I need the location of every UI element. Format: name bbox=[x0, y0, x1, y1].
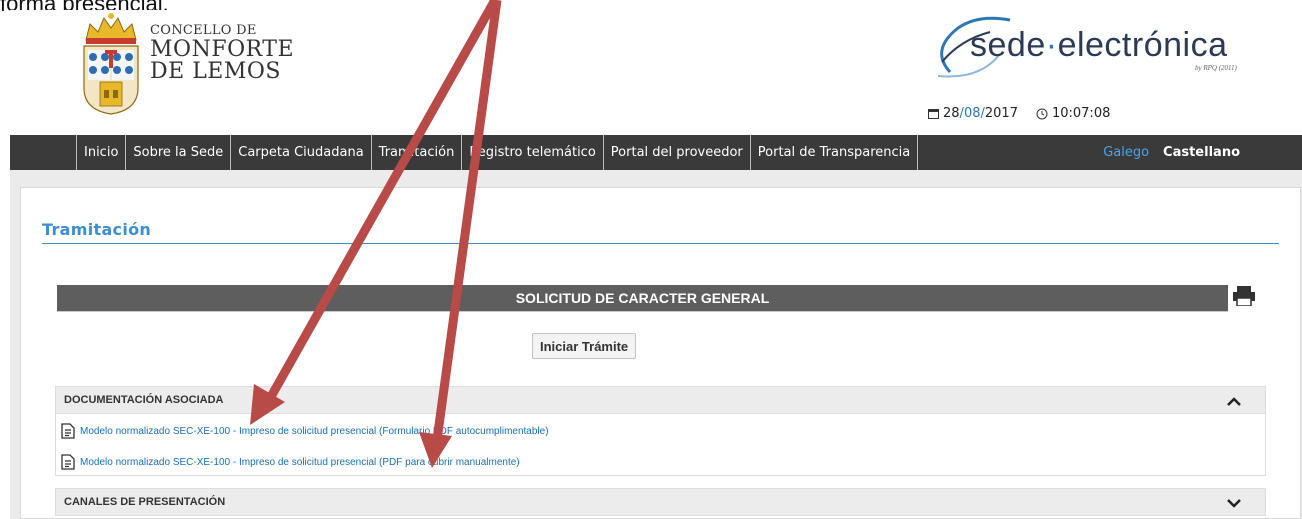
procedure-title: SOLICITUD DE CARACTER GENERAL bbox=[515, 290, 770, 306]
sede-logo-tail: electrónica bbox=[1057, 26, 1228, 64]
procedure-divider bbox=[57, 311, 1228, 312]
document-link-row[interactable]: Modelo normalizado SEC-XE-100 - Impreso … bbox=[61, 453, 520, 471]
date-year: 2017 bbox=[984, 106, 1018, 121]
lang-galego-link[interactable]: Galego bbox=[1103, 145, 1149, 160]
channels-header-label: CANALES DE PRESENTACIÓN bbox=[64, 496, 226, 508]
section-title: Tramitación bbox=[42, 220, 152, 239]
channels-accordion-header[interactable]: CANALES DE PRESENTACIÓN bbox=[55, 488, 1266, 516]
time-display: 10:07:08 bbox=[1036, 106, 1110, 121]
nav-item-registro-telematico[interactable]: Registro telemático bbox=[461, 135, 602, 170]
document-link-row[interactable]: Modelo normalizado SEC-XE-100 - Impreso … bbox=[61, 422, 549, 440]
sede-logo-main: sede bbox=[970, 26, 1046, 64]
municipality-line2: MONFORTE bbox=[150, 37, 295, 62]
calendar-icon bbox=[928, 109, 939, 119]
documentation-header-label: DOCUMENTACIÓN ASOCIADA bbox=[64, 394, 224, 406]
procedure-title-bar: SOLICITUD DE CARACTER GENERAL bbox=[57, 285, 1228, 311]
sede-logo-text: sede·electrónica bbox=[970, 26, 1227, 65]
clock-icon bbox=[1036, 108, 1048, 119]
nav-item-tramitacion[interactable]: Tramitación bbox=[370, 135, 462, 170]
chevron-up-icon[interactable] bbox=[1227, 396, 1241, 406]
municipality-line1: CONCELLO DE bbox=[150, 23, 257, 38]
nav-item-sobre-la-sede[interactable]: Sobre la Sede bbox=[125, 135, 230, 170]
chevron-down-icon[interactable] bbox=[1227, 498, 1241, 508]
section-divider bbox=[42, 243, 1279, 244]
nav-items: Inicio Sobre la Sede Carpeta Ciudadana T… bbox=[76, 135, 919, 170]
nav-item-carpeta-ciudadana[interactable]: Carpeta Ciudadana bbox=[230, 135, 370, 170]
sede-logo-sub: by RPQ (2011) bbox=[1195, 64, 1237, 72]
coat-of-arms-icon bbox=[83, 13, 139, 115]
lang-castellano-link[interactable]: Castellano bbox=[1163, 145, 1240, 160]
document-icon bbox=[61, 454, 75, 470]
municipality-line3: DE LEMOS bbox=[150, 59, 281, 84]
date-time-bar: 28/08/2017 10:07:08 bbox=[928, 106, 1110, 121]
nav-item-inicio[interactable]: Inicio bbox=[76, 135, 125, 170]
municipality-name: CONCELLO DE MONFORTE DE LEMOS bbox=[150, 24, 294, 83]
date-display: 28/08/2017 bbox=[928, 106, 1018, 121]
document-icon bbox=[61, 423, 75, 439]
nav-item-portal-transparencia[interactable]: Portal de Transparencia bbox=[749, 135, 919, 170]
main-navbar: Inicio Sobre la Sede Carpeta Ciudadana T… bbox=[10, 135, 1302, 170]
sede-logo-dot: · bbox=[1045, 26, 1058, 64]
nav-item-portal-proveedor[interactable]: Portal del proveedor bbox=[602, 135, 750, 170]
date-day: 28 bbox=[943, 106, 960, 121]
start-procedure-button[interactable]: Iniciar Trámite bbox=[532, 333, 637, 359]
language-switcher: Galego Castellano bbox=[1103, 135, 1240, 170]
date-month: 08 bbox=[963, 106, 981, 121]
documentation-accordion-header[interactable]: DOCUMENTACIÓN ASOCIADA bbox=[55, 386, 1266, 414]
print-icon[interactable] bbox=[1232, 286, 1256, 306]
document-link[interactable]: Modelo normalizado SEC-XE-100 - Impreso … bbox=[80, 457, 520, 468]
document-link[interactable]: Modelo normalizado SEC-XE-100 - Impreso … bbox=[80, 426, 549, 437]
time-value: 10:07:08 bbox=[1051, 106, 1111, 121]
